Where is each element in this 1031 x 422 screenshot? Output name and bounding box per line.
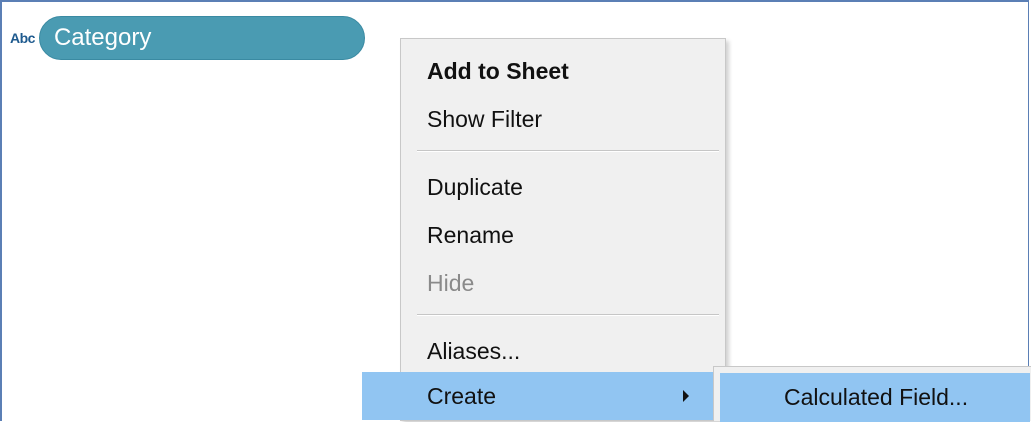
submenu-item-calculated-field[interactable]: Calculated Field... bbox=[720, 373, 1030, 422]
menu-item-label: Create bbox=[427, 382, 497, 409]
field-row: Abc Category bbox=[10, 16, 365, 60]
menu-item-label: Rename bbox=[427, 221, 514, 248]
menu-item-label: Add to Sheet bbox=[427, 57, 569, 84]
menu-item-hide: Hide bbox=[401, 260, 725, 306]
submenu-arrow-icon bbox=[683, 390, 689, 402]
menu-item-aliases[interactable]: Aliases... bbox=[401, 328, 725, 374]
menu-item-label: Hide bbox=[427, 269, 475, 296]
menu-item-label: Aliases... bbox=[427, 337, 521, 364]
string-type-icon: Abc bbox=[10, 30, 35, 46]
menu-item-rename[interactable]: Rename bbox=[401, 212, 725, 258]
menu-item-label: Show Filter bbox=[427, 105, 543, 132]
menu-item-add-to-sheet[interactable]: Add to Sheet bbox=[401, 48, 725, 94]
menu-item-create[interactable]: Create bbox=[362, 372, 715, 420]
menu-separator bbox=[417, 150, 719, 152]
menu-item-duplicate[interactable]: Duplicate bbox=[401, 164, 725, 210]
context-menu: Add to Sheet Show Filter Duplicate Renam… bbox=[362, 38, 726, 421]
field-pill-label: Category bbox=[53, 24, 152, 51]
submenu-item-label: Calculated Field... bbox=[784, 384, 969, 410]
menu-item-label: Duplicate bbox=[427, 173, 523, 200]
create-submenu: Calculated Field... bbox=[713, 366, 1031, 422]
menu-separator bbox=[417, 314, 719, 316]
field-pill-category[interactable]: Category bbox=[38, 16, 365, 60]
menu-item-show-filter[interactable]: Show Filter bbox=[401, 96, 725, 142]
